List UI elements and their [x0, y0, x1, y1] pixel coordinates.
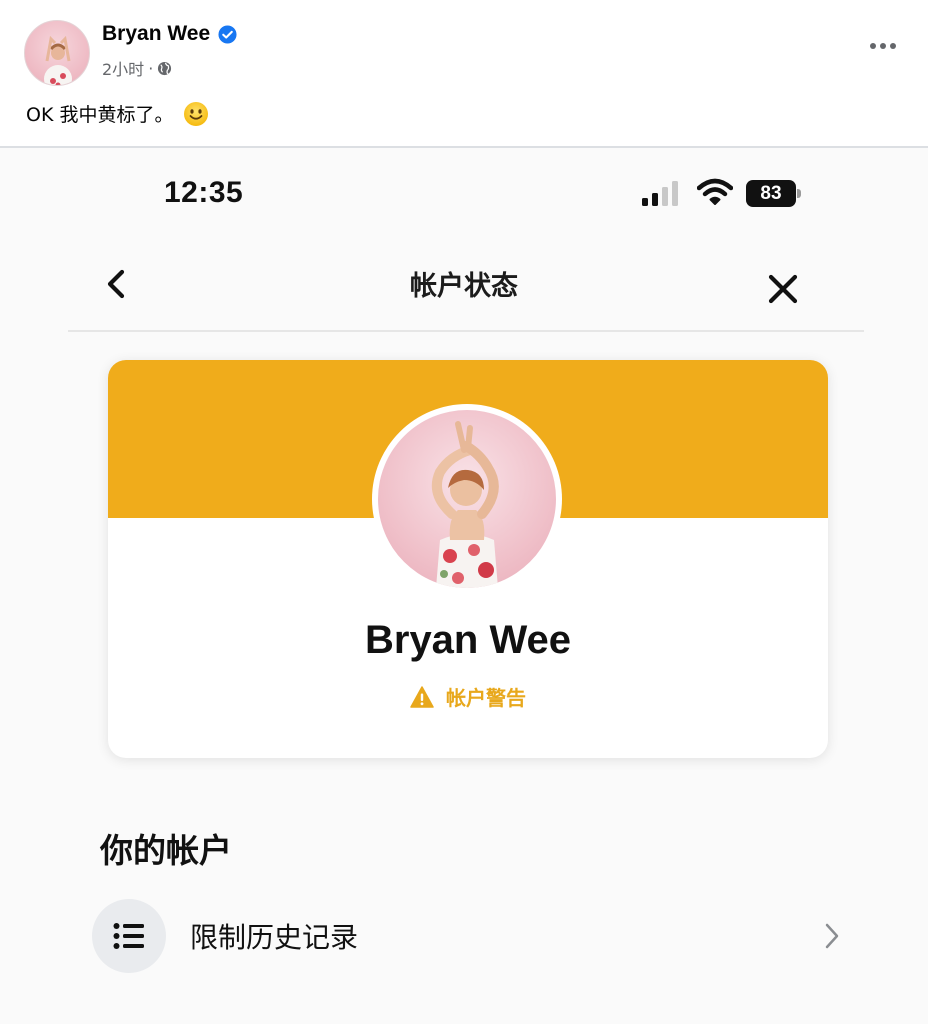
list-item-restriction-history[interactable]: 限制历史记录 [92, 895, 852, 977]
author-avatar[interactable] [24, 20, 90, 86]
status-time: 12:35 [164, 176, 244, 209]
meta-separator: · [148, 58, 154, 78]
section-heading: 你的帐户 [100, 831, 232, 870]
wifi-icon [696, 178, 734, 206]
author-row: Bryan Wee [102, 22, 237, 46]
battery-cap [797, 189, 801, 198]
post-time[interactable]: 2小时 [102, 56, 144, 80]
profile-name: Bryan Wee [364, 618, 571, 662]
list-item-label: 限制历史记录 [190, 921, 359, 954]
battery-indicator: 83 [746, 180, 802, 207]
verified-badge-icon [218, 24, 237, 44]
profile-avatar [372, 404, 562, 594]
chevron-right-icon [822, 921, 842, 951]
phone-screenshot: 12:35 83 帐户状态 Bryan Wee 帐户警告 你的帐户 限制历史记录 [0, 148, 928, 1024]
account-status-card: Bryan Wee 帐户警告 [108, 360, 828, 758]
post-meta: 2小时 · [102, 56, 172, 80]
cellular-signal-icon [642, 180, 684, 206]
battery-level: 83 [746, 180, 796, 207]
warning-label: 帐户警告 [446, 686, 526, 710]
account-warning-status: 帐户警告 [108, 682, 828, 711]
nav-divider [68, 330, 864, 332]
post-message: OK 我中黄标了。 [26, 104, 174, 126]
slightly-smiling-face-icon [183, 101, 209, 127]
globe-icon [157, 61, 172, 76]
close-icon[interactable] [764, 270, 802, 308]
post-text: OK 我中黄标了。 [26, 100, 209, 127]
author-name[interactable]: Bryan Wee [102, 22, 210, 46]
post-header: Bryan Wee 2小时 · OK 我中黄标了。 [0, 0, 928, 148]
more-options-icon[interactable] [868, 36, 898, 56]
list-icon [92, 899, 166, 973]
warning-triangle-icon [410, 685, 434, 708]
